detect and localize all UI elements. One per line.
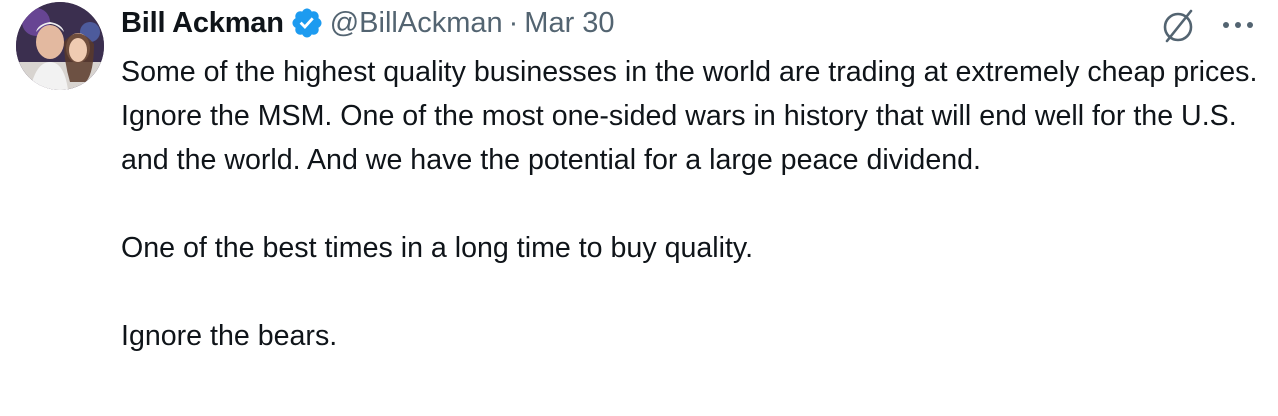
tweet-date[interactable]: Mar 30 xyxy=(524,7,614,40)
verified-badge-icon[interactable] xyxy=(290,6,324,40)
separator-dot: · xyxy=(508,6,519,39)
grok-icon[interactable] xyxy=(1158,6,1198,46)
tweet-text: Some of the highest quality businesses i… xyxy=(121,50,1261,358)
tweet: Bill Ackman @BillAckman · Mar 30 Some of… xyxy=(0,0,1278,416)
tweet-paragraph: One of the best times in a long time to … xyxy=(121,232,754,264)
tweet-header: Bill Ackman @BillAckman · Mar 30 xyxy=(121,0,615,46)
tweet-paragraph: Some of the highest quality businesses i… xyxy=(121,56,1258,176)
avatar-photo xyxy=(16,2,104,90)
tweet-paragraph: Ignore the bears. xyxy=(121,320,338,352)
more-icon[interactable] xyxy=(1218,8,1258,42)
author-handle[interactable]: @BillAckman xyxy=(330,7,503,40)
author-name[interactable]: Bill Ackman xyxy=(121,7,284,40)
avatar[interactable] xyxy=(16,2,104,90)
